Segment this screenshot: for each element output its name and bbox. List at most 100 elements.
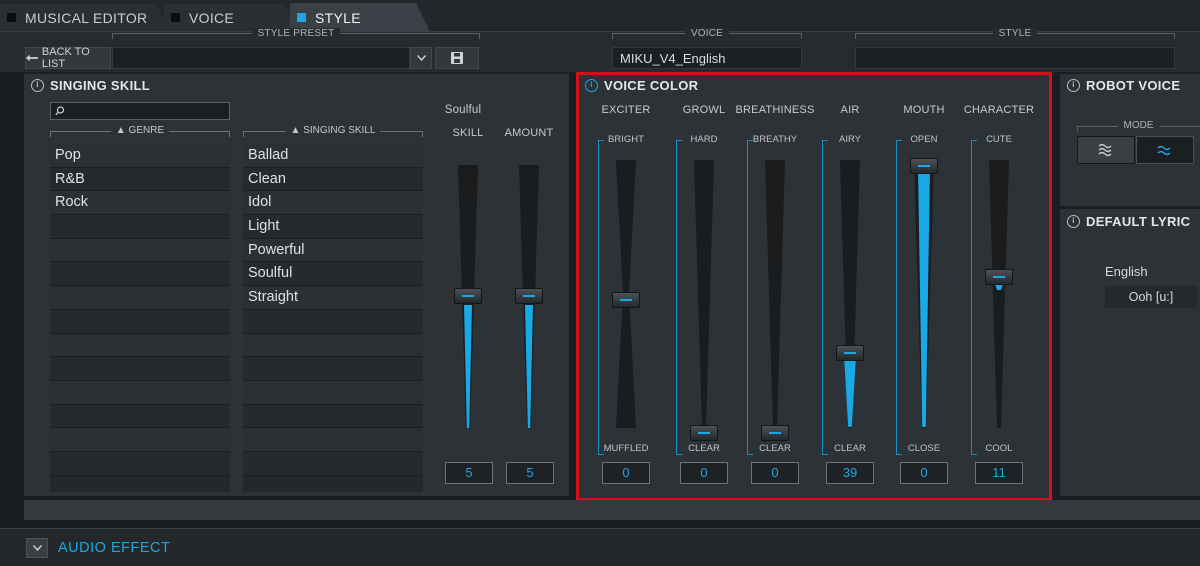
list-item-empty <box>50 380 230 405</box>
mode-button-on[interactable] <box>1136 136 1194 164</box>
genre-list: Pop R&B Rock <box>50 144 230 492</box>
mouth-value[interactable]: 0 <box>900 462 948 484</box>
back-to-list-button[interactable]: BACK TO LIST <box>25 46 111 70</box>
amount-fader-label: AMOUNT <box>504 127 554 139</box>
list-item-empty <box>50 428 230 452</box>
growl-fader-label: GROWL <box>682 104 726 116</box>
character-bottom-label: COOL <box>985 443 1013 454</box>
air-bottom-label: CLEAR <box>834 443 866 454</box>
audio-effect-title[interactable]: AUDIO EFFECT <box>58 540 170 556</box>
singing-skill-title: i SINGING SKILL <box>31 78 150 93</box>
exciter-value[interactable]: 0 <box>602 462 650 484</box>
list-item-empty <box>50 404 230 429</box>
list-item-empty <box>50 333 230 358</box>
air-fader-handle[interactable] <box>836 345 864 361</box>
list-item[interactable]: Straight <box>243 286 423 310</box>
list-item-empty <box>50 357 230 381</box>
info-icon[interactable]: i <box>1067 215 1080 228</box>
robot-voice-title: i ROBOT VOICE <box>1067 78 1180 93</box>
mode-label: MODE <box>1077 120 1200 132</box>
skill-column-header[interactable]: ▲ SINGING SKILL <box>243 125 423 139</box>
status-strip <box>24 500 1200 520</box>
search-input[interactable] <box>50 102 230 120</box>
list-item[interactable]: Ballad <box>243 144 423 168</box>
tab-musical-editor[interactable]: MUSICAL EDITOR <box>0 4 170 31</box>
save-button[interactable] <box>435 47 479 69</box>
air-range-bracket <box>822 140 828 455</box>
default-lyric-panel <box>1060 209 1200 496</box>
wave-on-icon <box>1157 145 1171 156</box>
list-item-empty <box>243 451 423 476</box>
list-item[interactable]: Pop <box>50 144 230 168</box>
list-item-empty <box>50 238 230 263</box>
style-preset-select[interactable] <box>112 47 410 69</box>
mode-button-off[interactable] <box>1077 136 1135 164</box>
character-fader-handle[interactable] <box>985 269 1013 285</box>
mouth-bottom-label: CLOSE <box>907 443 941 454</box>
list-item-empty <box>50 309 230 334</box>
list-item-empty <box>243 428 423 452</box>
air-value[interactable]: 39 <box>826 462 874 484</box>
style-preset-label: STYLE PRESET <box>112 28 480 40</box>
character-top-label: CUTE <box>986 134 1012 145</box>
lyric-input[interactable]: Ooh [u:] <box>1105 286 1197 308</box>
info-icon[interactable]: i <box>31 79 44 92</box>
mouth-fader-label: MOUTH <box>903 104 945 116</box>
back-arrow-icon <box>26 54 38 62</box>
mouth-range-bracket <box>896 140 902 455</box>
breathiness-top-label: BREATHY <box>752 134 798 145</box>
list-item-empty <box>50 215 230 239</box>
search-icon <box>55 106 65 116</box>
growl-range-bracket <box>676 140 682 455</box>
growl-top-label: HARD <box>690 134 718 145</box>
genre-column-header[interactable]: ▲ GENRE <box>50 125 230 139</box>
list-item-empty <box>243 309 423 334</box>
list-item-empty <box>243 404 423 429</box>
skill-fader-handle[interactable] <box>454 288 482 304</box>
amount-fader-handle[interactable] <box>515 288 543 304</box>
exciter-range-bracket <box>598 140 604 455</box>
tab-label: MUSICAL EDITOR <box>25 9 148 26</box>
tab-square-icon <box>7 13 16 22</box>
character-fader-label: CHARACTER <box>963 104 1035 116</box>
exciter-fader-handle[interactable] <box>612 292 640 308</box>
style-field[interactable] <box>855 47 1175 69</box>
chevron-down-icon[interactable] <box>410 47 432 69</box>
info-icon[interactable]: i <box>1067 79 1080 92</box>
list-item-empty <box>50 286 230 310</box>
list-item[interactable]: Soulful <box>243 262 423 287</box>
breathiness-value[interactable]: 0 <box>751 462 799 484</box>
list-item[interactable]: Idol <box>243 191 423 216</box>
list-item[interactable]: Clean <box>243 167 423 192</box>
skill-fader-label: SKILL <box>452 127 484 139</box>
list-item[interactable]: Powerful <box>243 238 423 263</box>
growl-bottom-label: CLEAR <box>688 443 720 454</box>
tab-voice[interactable]: VOICE <box>164 4 298 31</box>
style-label: STYLE <box>855 28 1175 40</box>
back-to-list-label: BACK TO LIST <box>41 46 90 70</box>
growl-value[interactable]: 0 <box>680 462 728 484</box>
breathiness-fader-label: BREATHINESS <box>735 104 815 116</box>
selected-skill-label: Soulful <box>444 104 482 116</box>
list-item[interactable]: Light <box>243 215 423 239</box>
list-item-empty <box>243 333 423 358</box>
list-item[interactable]: R&B <box>50 167 230 192</box>
chevron-down-icon[interactable] <box>26 538 48 558</box>
list-item[interactable]: Rock <box>50 191 230 216</box>
skill-value[interactable]: 5 <box>445 462 493 484</box>
air-fader-label: AIR <box>840 104 860 116</box>
tab-square-icon <box>297 13 306 22</box>
breathiness-fader-handle[interactable] <box>761 425 789 441</box>
info-icon[interactable]: i <box>585 79 598 92</box>
list-item-empty <box>50 262 230 287</box>
amount-value[interactable]: 5 <box>506 462 554 484</box>
list-item-empty <box>50 451 230 476</box>
wave-off-icon <box>1098 143 1112 157</box>
mouth-fader-handle[interactable] <box>910 158 938 174</box>
character-value[interactable]: 11 <box>975 462 1023 484</box>
voice-label: VOICE <box>612 28 802 40</box>
tab-label: STYLE <box>315 9 361 26</box>
growl-fader-handle[interactable] <box>690 425 718 441</box>
list-item-empty <box>243 357 423 381</box>
voice-field[interactable]: MIKU_V4_English <box>612 47 802 69</box>
